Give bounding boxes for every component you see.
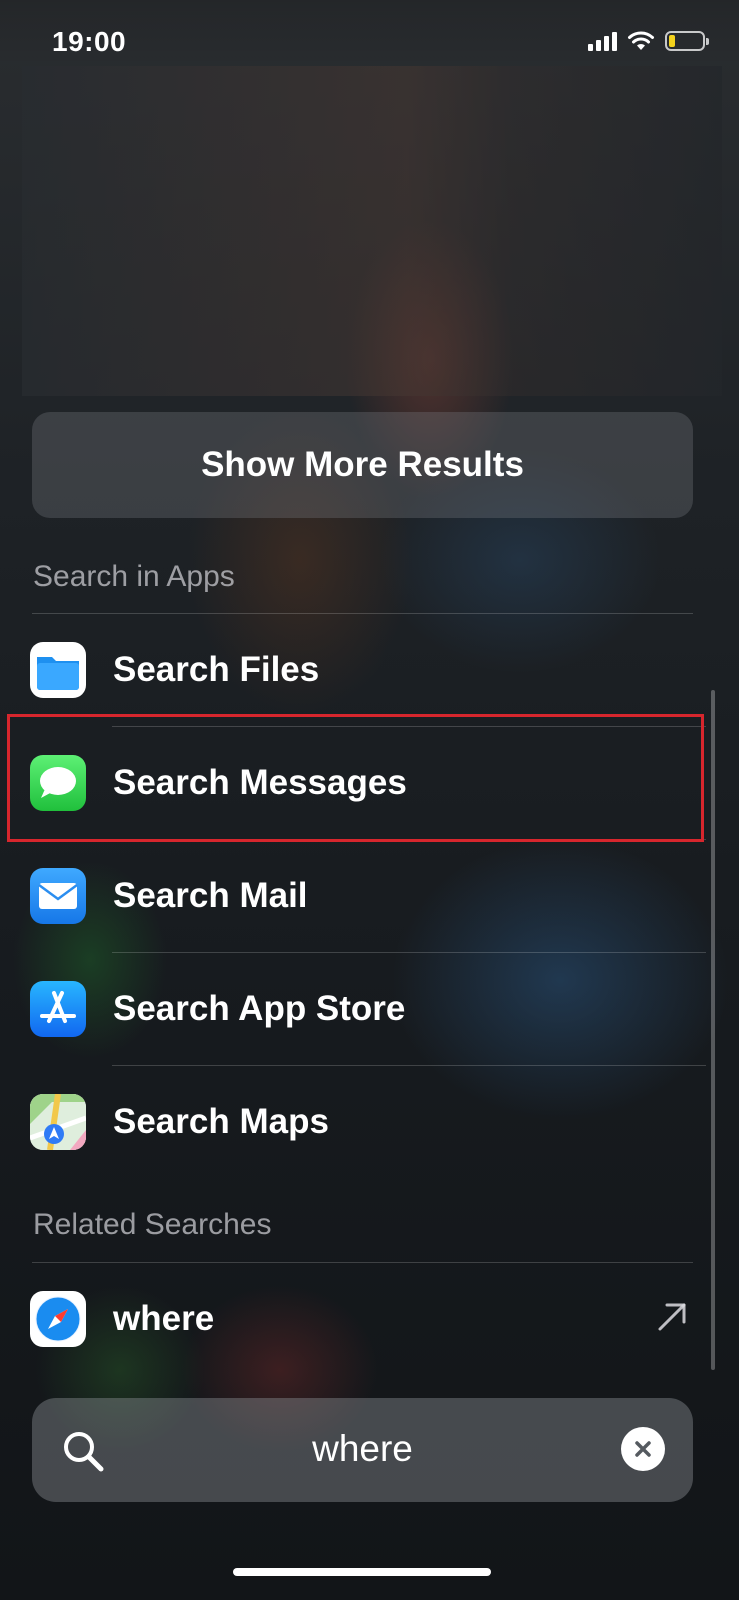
arrow-up-right-icon[interactable] — [654, 1299, 690, 1335]
maps-app-icon — [30, 1094, 86, 1150]
cellular-signal-icon — [588, 31, 617, 51]
search-mail-label: Search Mail — [113, 876, 308, 915]
search-input[interactable]: where — [32, 1428, 693, 1470]
search-app-store-label: Search App Store — [113, 989, 406, 1028]
battery-level — [669, 35, 675, 47]
search-app-store-row[interactable]: Search App Store — [30, 969, 690, 1049]
wifi-icon — [628, 31, 654, 50]
search-files-label: Search Files — [113, 650, 320, 689]
divider — [112, 1065, 706, 1066]
blurred-results-area — [22, 66, 722, 396]
files-app-icon — [30, 642, 86, 698]
divider — [112, 952, 706, 953]
status-time: 19:00 — [52, 26, 127, 57]
section-header-related-searches: Related Searches — [33, 1208, 272, 1241]
status-bar: 19:00 — [0, 0, 739, 66]
search-bar[interactable]: where — [32, 1398, 693, 1502]
app-store-icon — [30, 981, 86, 1037]
safari-icon — [30, 1291, 86, 1347]
section-header-search-in-apps: Search in Apps — [33, 560, 235, 593]
divider — [32, 613, 693, 614]
clear-search-button[interactable] — [621, 1427, 665, 1471]
related-search-label: where — [113, 1299, 215, 1338]
related-search-row[interactable]: where — [30, 1279, 690, 1359]
show-more-results-button[interactable]: Show More Results — [32, 412, 693, 518]
search-mail-row[interactable]: Search Mail — [30, 856, 690, 936]
search-maps-label: Search Maps — [113, 1102, 329, 1141]
mail-app-icon — [30, 868, 86, 924]
clear-icon — [635, 1441, 651, 1457]
battery-icon — [665, 31, 709, 51]
search-maps-row[interactable]: Search Maps — [30, 1082, 690, 1162]
search-files-row[interactable]: Search Files — [30, 630, 690, 710]
scroll-indicator[interactable] — [711, 690, 715, 1370]
divider — [32, 1262, 693, 1263]
home-indicator[interactable] — [233, 1568, 491, 1576]
highlight-box — [7, 714, 704, 842]
status-icons — [588, 30, 709, 52]
